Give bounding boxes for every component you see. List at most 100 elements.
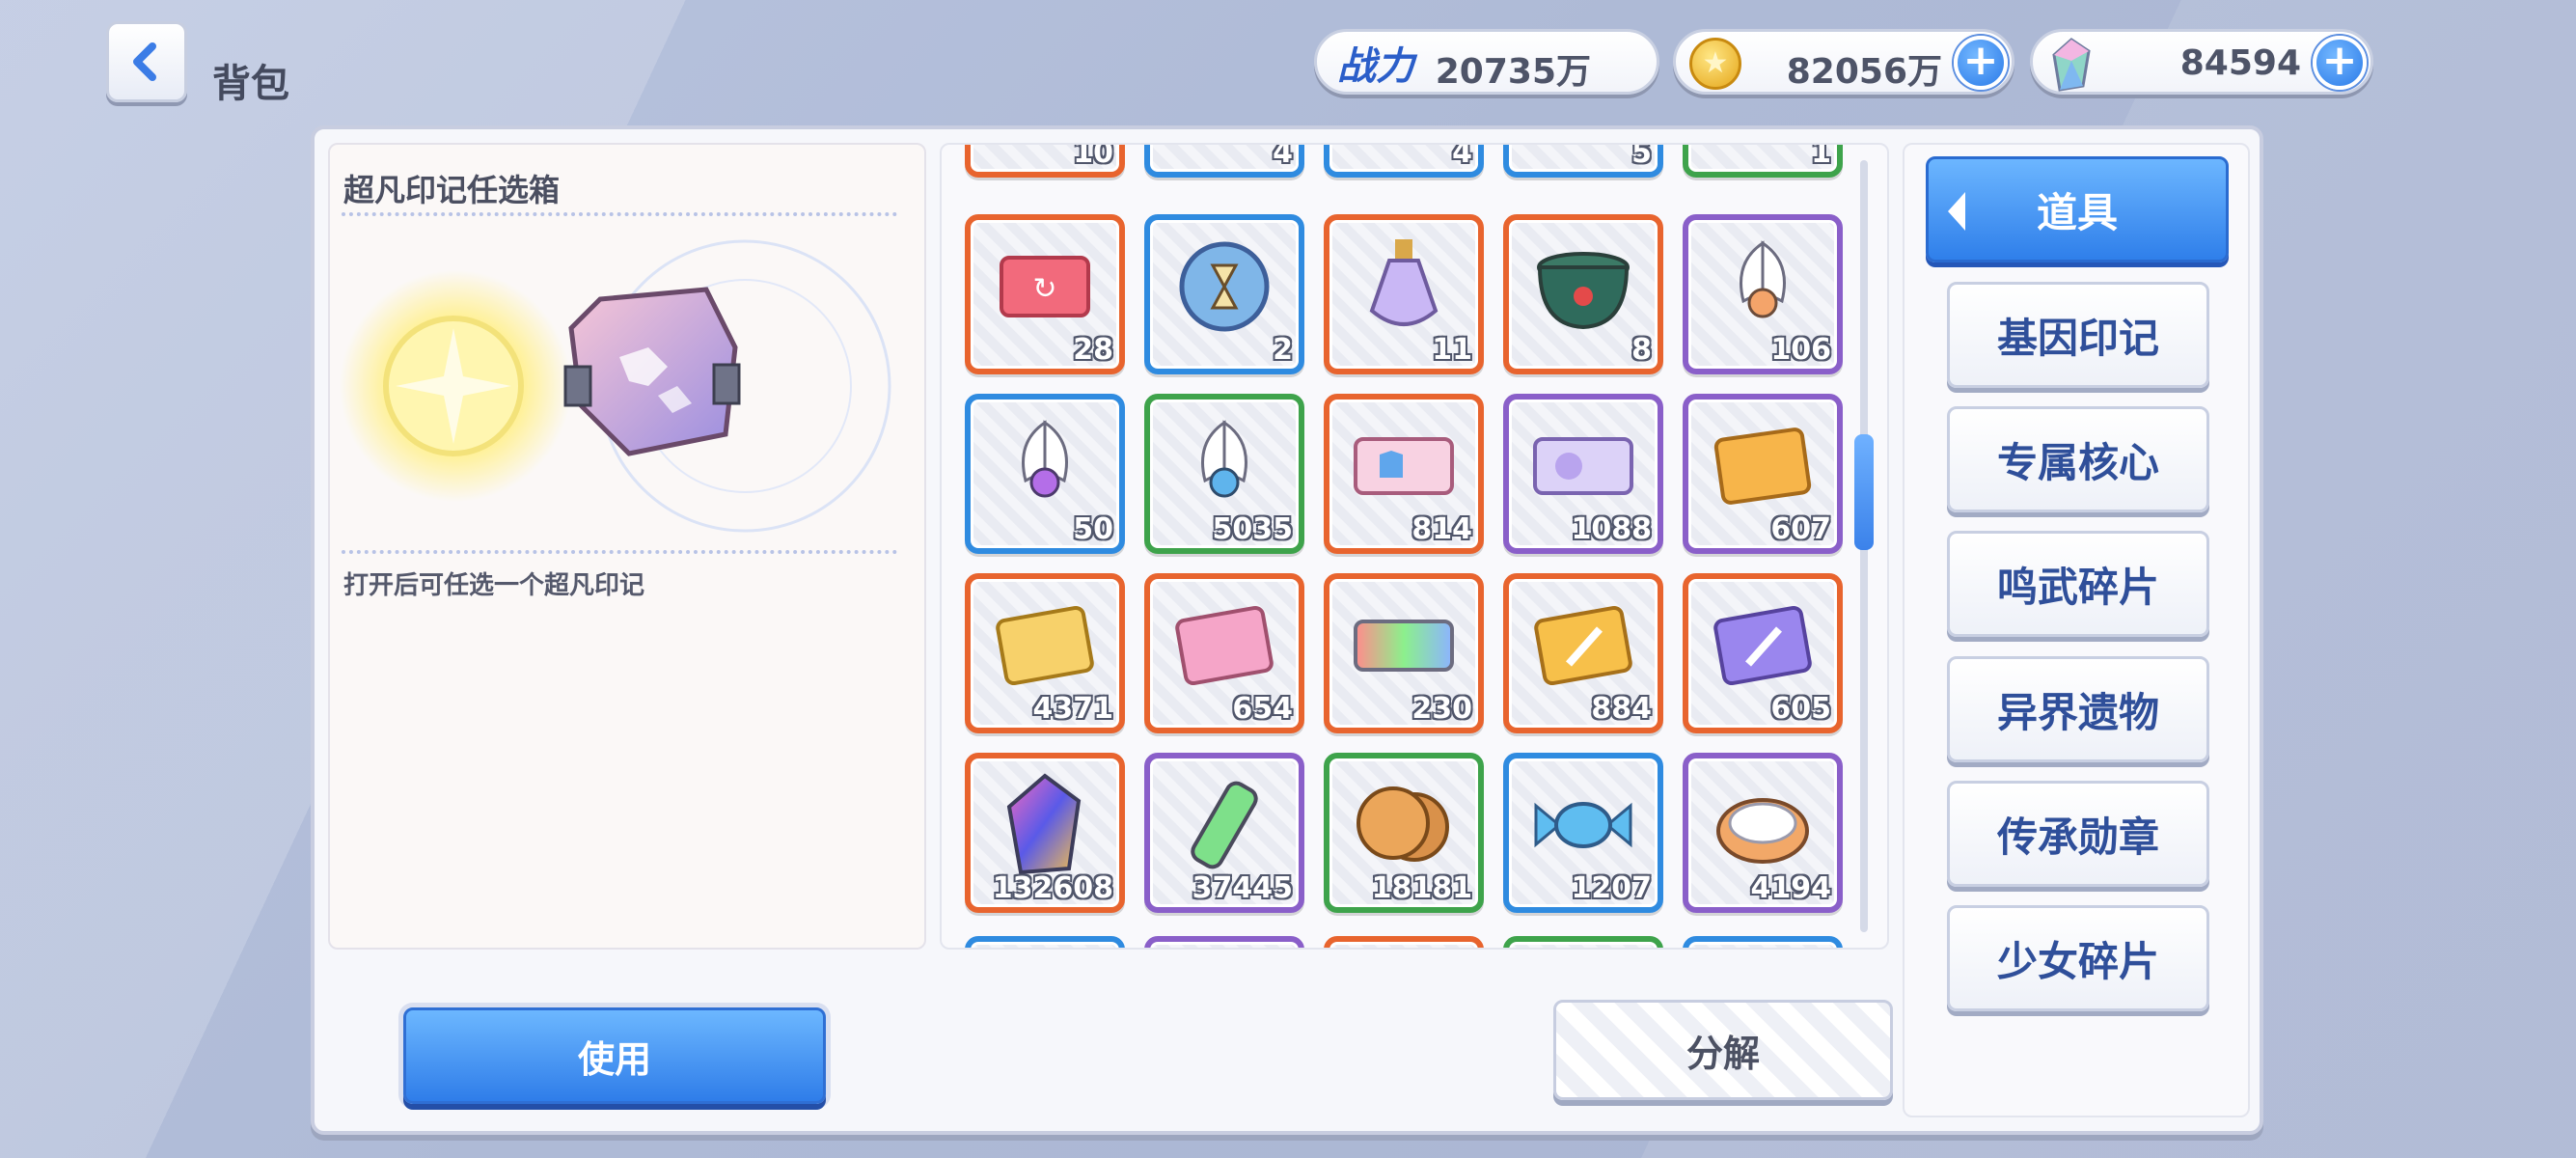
item-slot[interactable]: 4 [1324, 143, 1484, 178]
item-slot[interactable]: 5 [1503, 143, 1663, 178]
item-count: 5035 [1212, 512, 1294, 546]
item-slot[interactable]: 8 [1503, 214, 1663, 374]
item-slot[interactable]: 1088 [1503, 394, 1663, 554]
decompose-button-label: 分解 [1685, 1032, 1760, 1075]
item-slot[interactable]: 106 [1683, 214, 1843, 374]
item-name: 超凡印记任选箱 [343, 172, 561, 208]
item-slot[interactable] [1324, 936, 1484, 948]
scrollbar-thumb[interactable] [1854, 434, 1874, 550]
category-tab[interactable]: 传承勋章 [1947, 781, 2209, 887]
item-slot[interactable]: 654 [1144, 573, 1304, 733]
item-count: 106 [1770, 333, 1831, 367]
item-grid-panel: 10 4 4 5 1 ↻ 28 2 11 8 106 50 5035 814 1… [940, 143, 1889, 950]
power-value: 20735万 [1435, 52, 1591, 92]
item-slot[interactable] [965, 936, 1125, 948]
item-slot[interactable]: 814 [1324, 394, 1484, 554]
gene-card-icon [1171, 593, 1277, 699]
item-count: 4 [1452, 143, 1472, 170]
candy-icon [1530, 772, 1636, 878]
item-count: 37445 [1192, 871, 1293, 905]
item-slot[interactable]: 4371 [965, 573, 1125, 733]
item-slot[interactable] [1144, 936, 1304, 948]
item-count: 1 [1811, 143, 1831, 170]
item-slot[interactable]: 2 [1144, 214, 1304, 374]
divider [342, 550, 897, 554]
outfit-ticket-icon [1351, 413, 1457, 519]
item-count: 8 [1631, 333, 1652, 367]
item-slot[interactable] [1503, 936, 1663, 948]
item-count: 1088 [1571, 512, 1653, 546]
item-slot[interactable]: 37445 [1144, 753, 1304, 913]
item-slot[interactable]: 4194 [1683, 753, 1843, 913]
back-button[interactable] [106, 21, 187, 102]
winged-lantern-icon [1171, 413, 1277, 519]
sword-card-icon [1710, 593, 1816, 699]
gold-card-icon [992, 593, 1098, 699]
item-count: 1207 [1571, 871, 1653, 905]
item-slot[interactable] [1683, 936, 1843, 948]
item-slot[interactable]: 230 [1324, 573, 1484, 733]
item-slot[interactable]: 10 [965, 145, 1125, 178]
item-count: 18181 [1371, 871, 1472, 905]
item-count: 4371 [1032, 692, 1114, 726]
item-slot[interactable]: 605 [1683, 573, 1843, 733]
item-count: 4 [1273, 143, 1293, 170]
category-tab[interactable]: 专属核心 [1947, 406, 2209, 512]
svg-text:↻: ↻ [1032, 272, 1056, 306]
item-slot[interactable]: 5035 [1144, 394, 1304, 554]
use-button[interactable]: 使用 [403, 1007, 826, 1104]
item-slot[interactable]: ↻ 28 [965, 214, 1125, 374]
item-count: 884 [1591, 692, 1652, 726]
item-slot[interactable]: 607 [1683, 394, 1843, 554]
crystal-icon [992, 772, 1098, 878]
item-count: 11 [1432, 333, 1472, 367]
item-slot[interactable]: 18181 [1324, 753, 1484, 913]
gold-value: 82056万 [1786, 52, 1942, 92]
item-count: 605 [1770, 692, 1831, 726]
item-slot[interactable]: 132608 [965, 753, 1125, 913]
ticket-icon: ↻ [992, 234, 1098, 340]
category-label: 异界遗物 [1996, 688, 2159, 736]
decompose-button[interactable]: 分解 [1553, 1000, 1893, 1100]
selection-box-icon [340, 239, 891, 533]
category-tab[interactable]: 基因印记 [1947, 282, 2209, 388]
category-label: 少女碎片 [1996, 937, 2159, 985]
potion-bottle-icon [1351, 234, 1457, 340]
category-tab[interactable]: 鸣武碎片 [1947, 531, 2209, 637]
item-slot[interactable]: 1207 [1503, 753, 1663, 913]
hourglass-orb-icon [1171, 234, 1277, 340]
winged-lantern-icon [1710, 234, 1816, 340]
use-button-label: 使用 [577, 1037, 651, 1081]
smile-ticket-icon [1530, 413, 1636, 519]
item-detail-panel: 超凡印记任选箱 打开后可任选一个超凡印记 [328, 143, 926, 950]
category-tab[interactable]: 异界遗物 [1947, 656, 2209, 762]
partial-row-bottom [965, 936, 1843, 948]
item-slot[interactable]: 1 [1683, 143, 1843, 178]
category-tab[interactable]: 少女碎片 [1947, 905, 2209, 1011]
item-count: 2 [1273, 333, 1293, 367]
item-count: 4194 [1750, 871, 1832, 905]
winged-lantern-icon [992, 413, 1098, 519]
add-gem-button[interactable]: + [2313, 36, 2367, 90]
add-gold-button[interactable]: + [1954, 36, 2008, 90]
cookie-icon [1351, 772, 1457, 878]
item-slot[interactable]: 11 [1324, 214, 1484, 374]
page-title: 背包 [212, 62, 289, 106]
power-display: 战力 20735万 [1314, 29, 1659, 95]
bread-icon [1710, 772, 1816, 878]
item-count: 5 [1631, 143, 1652, 170]
item-count: 654 [1232, 692, 1293, 726]
gene-card-icon [1710, 413, 1816, 519]
gem-icon [2052, 38, 2091, 92]
item-count: 132608 [992, 871, 1113, 905]
category-tab-active[interactable]: 道具 [1926, 156, 2229, 262]
category-label: 基因印记 [1996, 314, 2159, 362]
partial-row-top: 10 4 4 5 1 [965, 143, 1843, 178]
gem-display: 84594 + [2030, 29, 2373, 95]
category-label: 道具 [2036, 188, 2118, 236]
item-slot[interactable]: 884 [1503, 573, 1663, 733]
gem-value: 84594 [2179, 43, 2301, 83]
item-slot[interactable]: 50 [965, 394, 1125, 554]
arrow-left-icon [1948, 192, 1965, 231]
item-slot[interactable]: 4 [1144, 143, 1304, 178]
